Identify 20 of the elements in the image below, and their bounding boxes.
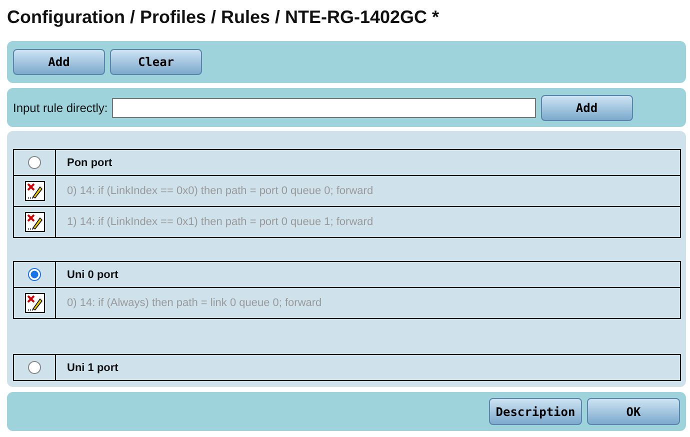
footer-button[interactable]: OK	[587, 398, 680, 425]
input-rule-label: Input rule directly:	[13, 100, 108, 114]
rule-text: 0) 14: if (Always) then path = link 0 queue 0; forward	[56, 288, 680, 318]
toolbar-button[interactable]: Add	[13, 49, 105, 75]
add-rule-button[interactable]: Add	[540, 94, 633, 120]
edit-delete-icon[interactable]	[24, 293, 44, 313]
toolbar-button[interactable]: Clear	[110, 49, 202, 75]
port-name: Uni 1 port	[56, 354, 680, 380]
port-radio[interactable]	[28, 361, 41, 374]
rule-text: 1) 14: if (LinkIndex == 0x1) then path = port 0 queue 1; forward	[56, 206, 680, 238]
rule-input-field[interactable]	[112, 98, 536, 118]
page-title: Configuration / Profiles / Rules / NTE-RG-1402GC *	[7, 6, 440, 29]
edit-delete-icon[interactable]	[24, 212, 44, 232]
rule-text: 0) 14: if (LinkIndex == 0x0) then path = port 0 queue 0; forward	[56, 176, 680, 206]
footer-button[interactable]: Description	[489, 398, 582, 425]
port-radio[interactable]	[28, 156, 41, 169]
port-name: Pon port	[56, 150, 680, 176]
port-name: Uni 0 port	[56, 262, 680, 288]
edit-delete-icon[interactable]	[24, 181, 44, 201]
port-radio[interactable]	[28, 268, 41, 281]
